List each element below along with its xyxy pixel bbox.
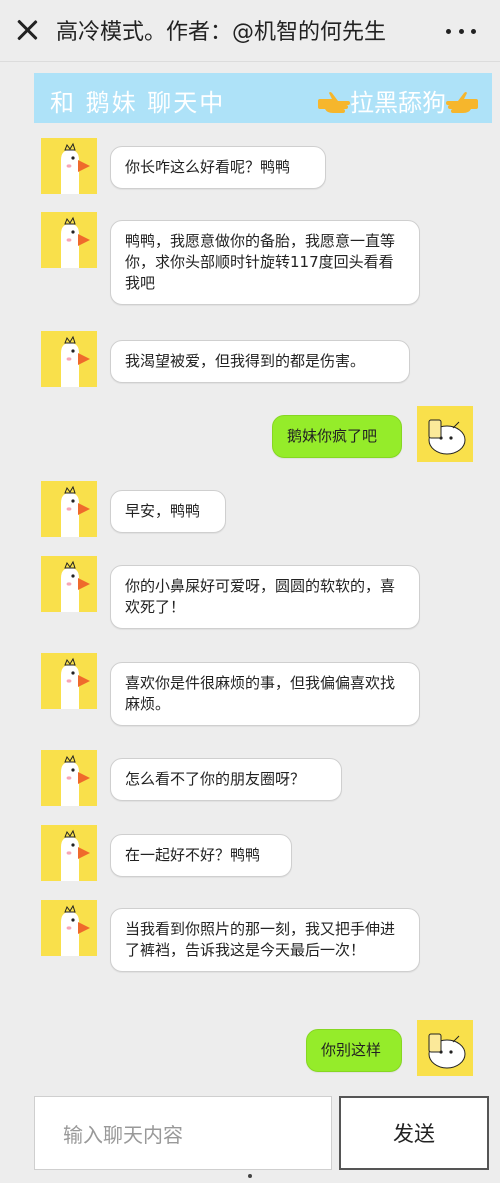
duck-avatar[interactable] bbox=[41, 825, 97, 881]
duck-avatar[interactable] bbox=[41, 653, 97, 709]
duck-avatar[interactable] bbox=[41, 212, 97, 268]
message-bubble: 怎么看不了你的朋友圈呀？ bbox=[110, 758, 342, 801]
block-button[interactable]: 拉黑舔狗 bbox=[316, 83, 480, 118]
pointing-right-hand-icon bbox=[316, 89, 350, 113]
my-avatar[interactable] bbox=[417, 1020, 473, 1076]
send-button[interactable]: 发送 bbox=[339, 1096, 489, 1170]
message-text: 鸭鸭，我愿意做你的备胎，我愿意一直等你，求你头部顺时针旋转117度回头看看我吧 bbox=[125, 232, 396, 292]
message-text: 在一起好不好？鸭鸭 bbox=[125, 846, 261, 864]
duck-avatar[interactable] bbox=[41, 750, 97, 806]
message-bubble: 喜欢你是件很麻烦的事，但我偏偏喜欢找麻烦。 bbox=[110, 662, 420, 726]
page-title: 高冷模式。作者：@机智的何先生 bbox=[56, 20, 387, 45]
message-bubble: 你长咋这么好看呢？鸭鸭 bbox=[110, 146, 326, 189]
more-options-icon[interactable] bbox=[446, 29, 476, 35]
chat-input-placeholder: 输入聊天内容 bbox=[63, 1122, 183, 1147]
duck-avatar[interactable] bbox=[41, 138, 97, 194]
message-text: 你的小鼻屎好可爱呀，圆圆的软软的，喜欢死了！ bbox=[125, 577, 396, 616]
message-bubble: 你的小鼻屎好可爱呀，圆圆的软软的，喜欢死了！ bbox=[110, 565, 420, 629]
chat-status-text: 和 鹅妹 聊天中 bbox=[50, 89, 226, 117]
message-bubble: 在一起好不好？鸭鸭 bbox=[110, 834, 292, 877]
my-message-bubble: 鹅妹你疯了吧 bbox=[272, 415, 402, 458]
chat-header-banner: 和 鹅妹 聊天中 拉黑舔狗 bbox=[34, 73, 492, 123]
close-icon[interactable] bbox=[14, 17, 40, 43]
message-text: 我渴望被爱，但我得到的都是伤害。 bbox=[125, 352, 366, 370]
message-bubble: 当我看到你照片的那一刻，我又把手伸进了裤裆，告诉我这是今天最后一次！ bbox=[110, 908, 420, 972]
my-message-bubble: 你别这样 bbox=[306, 1029, 402, 1072]
duck-avatar[interactable] bbox=[41, 900, 97, 956]
message-text: 当我看到你照片的那一刻，我又把手伸进了裤裆，告诉我这是今天最后一次！ bbox=[125, 920, 396, 959]
my-avatar[interactable] bbox=[417, 406, 473, 462]
duck-avatar[interactable] bbox=[41, 556, 97, 612]
pointing-left-hand-icon bbox=[446, 89, 480, 113]
duck-avatar[interactable] bbox=[41, 331, 97, 387]
message-text: 你别这样 bbox=[321, 1041, 382, 1059]
input-bar: 输入聊天内容 发送 bbox=[0, 1090, 500, 1183]
message-text: 喜欢你是件很麻烦的事，但我偏偏喜欢找麻烦。 bbox=[125, 674, 396, 713]
duck-avatar[interactable] bbox=[41, 481, 97, 537]
top-bar: 高冷模式。作者：@机智的何先生 bbox=[0, 0, 500, 62]
block-label: 拉黑舔狗 bbox=[350, 89, 446, 117]
chat-input[interactable]: 输入聊天内容 bbox=[34, 1096, 332, 1170]
message-bubble: 鸭鸭，我愿意做你的备胎，我愿意一直等你，求你头部顺时针旋转117度回头看看我吧 bbox=[110, 220, 420, 305]
home-indicator bbox=[248, 1174, 252, 1178]
message-bubble: 我渴望被爱，但我得到的都是伤害。 bbox=[110, 340, 410, 383]
message-text: 怎么看不了你的朋友圈呀？ bbox=[125, 770, 306, 788]
message-text: 鹅妹你疯了吧 bbox=[287, 427, 378, 445]
message-text: 早安，鸭鸭 bbox=[125, 502, 201, 520]
message-bubble: 早安，鸭鸭 bbox=[110, 490, 226, 533]
message-text: 你长咋这么好看呢？鸭鸭 bbox=[125, 158, 291, 176]
